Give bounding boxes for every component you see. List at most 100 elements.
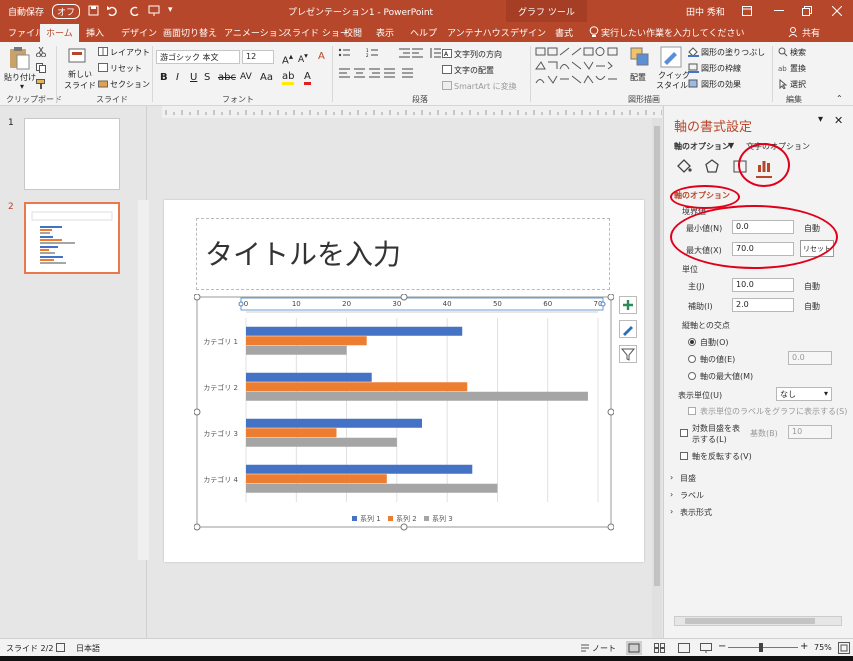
collapse-ribbon-icon[interactable]: ⌃ — [836, 94, 843, 103]
tab-slideshow[interactable]: スライド ショー — [283, 26, 349, 39]
format-painter-icon[interactable] — [36, 79, 46, 89]
paste-dropdown-icon[interactable]: ▾ — [20, 82, 24, 91]
new-slide-icon[interactable] — [68, 46, 88, 66]
clear-format-icon[interactable]: A — [318, 51, 325, 62]
ribbon-display-icon[interactable] — [742, 6, 752, 16]
autosave-toggle[interactable]: オフ — [52, 4, 81, 19]
grow-font-icon[interactable]: A▴ — [282, 51, 293, 66]
font-name-select[interactable]: 游ゴシック 本文 — [156, 50, 240, 64]
strikethrough-icon[interactable]: abc — [218, 72, 236, 83]
shadow-icon[interactable]: S — [204, 72, 210, 83]
fit-slide-icon[interactable] — [838, 642, 850, 654]
cross-value-input[interactable]: 0.0 — [788, 351, 832, 365]
normal-view-button[interactable] — [626, 641, 642, 655]
tab-chart-format[interactable]: 書式 — [555, 26, 573, 39]
qat-more-icon[interactable]: ▾ — [168, 5, 173, 15]
number-expand-icon[interactable]: › — [670, 507, 673, 516]
vertical-scrollbar[interactable] — [652, 118, 662, 638]
zoom-slider[interactable] — [728, 647, 798, 648]
new-slide-label-2[interactable]: スライド — [64, 80, 96, 91]
fill-line-icon[interactable] — [676, 158, 692, 174]
shrink-font-icon[interactable]: A▾ — [298, 51, 308, 65]
tell-me-search[interactable]: 実行したい作業を入力してください — [601, 26, 744, 39]
find-icon[interactable] — [778, 47, 788, 57]
number-section[interactable]: 表示形式 — [680, 507, 712, 518]
slide-thumbnail-1[interactable] — [24, 118, 120, 190]
smartart-icon[interactable] — [442, 81, 452, 90]
title-placeholder-text[interactable]: タイトルを入力 — [205, 233, 401, 273]
share-icon[interactable] — [788, 27, 798, 37]
restore-icon[interactable] — [802, 6, 812, 16]
indent-icons[interactable] — [398, 48, 424, 58]
shape-fill-icon[interactable] — [688, 47, 699, 57]
section-button[interactable]: セクション — [110, 79, 150, 90]
pane-close-icon[interactable]: ✕ — [834, 114, 843, 127]
save-icon[interactable] — [88, 5, 99, 16]
tab-antenna-house[interactable]: アンテナハウス — [447, 26, 510, 39]
major-unit-auto-button[interactable]: 自動 — [804, 281, 820, 292]
log-base-input[interactable]: 10 — [788, 425, 832, 439]
tab-file[interactable]: ファイル — [8, 26, 44, 39]
align-text-button[interactable]: 文字の配置 — [454, 65, 494, 76]
chart-styles-button[interactable] — [619, 320, 637, 338]
zoom-level[interactable]: 75% — [814, 643, 832, 652]
layout-icon[interactable] — [98, 47, 108, 56]
shape-outline-button[interactable]: 図形の枠線 — [701, 63, 741, 74]
tab-chart-design[interactable]: デザイン — [510, 26, 546, 39]
underline-icon[interactable]: U — [190, 72, 197, 83]
shape-effects-icon[interactable] — [688, 79, 699, 89]
tab-animations[interactable]: アニメーション — [224, 26, 287, 39]
zoom-in-button[interactable]: + — [800, 641, 808, 652]
copy-icon[interactable] — [36, 63, 46, 73]
reading-view-icon[interactable] — [678, 643, 690, 653]
find-button[interactable]: 検索 — [790, 47, 806, 58]
log-scale-checkbox[interactable] — [680, 429, 688, 437]
major-unit-input[interactable]: 10.0 — [732, 278, 794, 292]
accessibility-icon[interactable] — [56, 643, 67, 653]
pane-horizontal-scrollbar[interactable] — [674, 616, 842, 626]
reset-slide-button[interactable]: リセット — [110, 63, 142, 74]
pane-scrollbar-thumb[interactable] — [685, 618, 815, 624]
effects-pentagon-icon[interactable] — [704, 158, 720, 174]
bullets-icon[interactable] — [338, 48, 364, 58]
tab-axis-options[interactable]: 軸のオプション — [674, 141, 730, 152]
zoom-slider-thumb[interactable] — [759, 643, 763, 652]
cut-icon[interactable] — [36, 47, 46, 57]
shape-effects-button[interactable]: 図形の効果 — [701, 79, 741, 90]
chart-filters-button[interactable] — [619, 345, 637, 363]
minor-unit-input[interactable]: 2.0 — [732, 298, 794, 312]
text-direction-button[interactable]: 文字列の方向 — [454, 49, 502, 60]
slide-canvas[interactable]: タイトルを入力 0 10 20 30 40 50 60 70 カテゴリ 1 カテゴリ 2 カテゴリ … — [164, 200, 644, 562]
cross-max-radio[interactable] — [688, 372, 696, 380]
start-from-beginning-icon[interactable] — [148, 5, 160, 16]
replace-button[interactable]: 置換 — [790, 63, 806, 74]
quick-style-label-2[interactable]: スタイル — [656, 80, 688, 91]
convert-smartart-button[interactable]: SmartArt に変換 — [454, 81, 517, 92]
reverse-axis-label[interactable]: 軸を反転する(V) — [692, 451, 752, 462]
show-units-label-checkbox[interactable] — [688, 407, 696, 415]
tab-insert[interactable]: 挿入 — [86, 26, 104, 39]
tab-transitions[interactable]: 画面切り替え — [163, 26, 217, 39]
bold-icon[interactable]: B — [160, 72, 168, 83]
slide-sorter-icon[interactable] — [654, 643, 666, 653]
close-icon[interactable] — [832, 6, 842, 16]
labels-expand-icon[interactable]: › — [670, 490, 673, 499]
tab-help[interactable]: ヘルプ — [410, 26, 437, 39]
tab-review[interactable]: 校閲 — [344, 26, 362, 39]
cross-max-label[interactable]: 軸の最大値(M) — [700, 371, 753, 382]
user-name[interactable]: 田中 秀和 — [686, 5, 725, 18]
char-spacing-icon[interactable]: AV — [240, 72, 252, 82]
numbering-icon[interactable]: 12 — [366, 48, 392, 58]
layout-button[interactable]: レイアウト — [110, 47, 150, 58]
highlight-icon[interactable]: ab — [282, 71, 295, 85]
notes-icon[interactable] — [580, 643, 590, 653]
chart-area[interactable]: 0 10 20 30 40 50 60 70カテゴリ 1カテゴリ 2カテゴリ 3カテゴリ 4系… — [194, 294, 614, 534]
slideshow-icon[interactable] — [700, 643, 712, 653]
arrange-icon[interactable] — [630, 47, 650, 67]
cross-value-radio[interactable] — [688, 355, 696, 363]
redo-icon[interactable] — [130, 5, 141, 16]
tab-view[interactable]: 表示 — [376, 26, 394, 39]
scrollbar-thumb[interactable] — [654, 126, 660, 586]
italic-icon[interactable]: I — [176, 72, 179, 83]
alignment-icons[interactable] — [338, 68, 434, 78]
